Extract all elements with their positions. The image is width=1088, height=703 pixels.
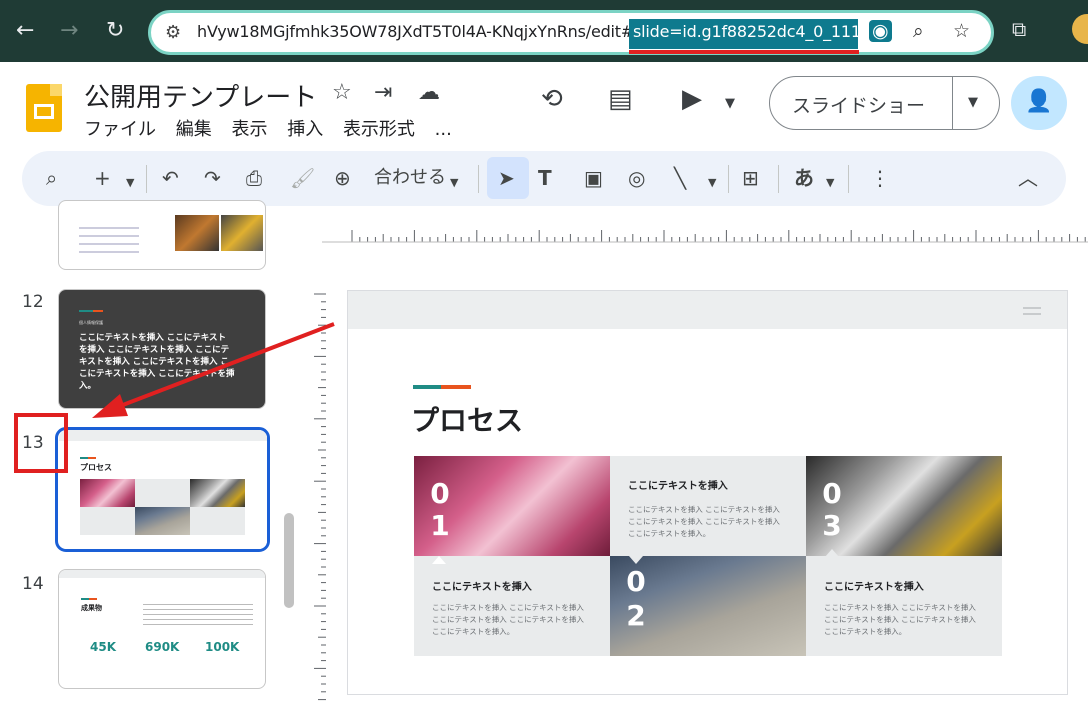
extensions-icon[interactable]: ⧉	[1012, 17, 1026, 41]
avatar[interactable]	[1072, 14, 1088, 44]
editing-toolbar: ⌕ + ▼ ↶ ↷ ⎙ 🖌 ⊕ 合わせる ▼ ➤ T ▣ ◎ ╲ ▼ ⊞ あ ▼…	[22, 151, 1066, 206]
select-cursor-icon[interactable]: ➤	[498, 166, 515, 190]
redo-icon[interactable]: ↷	[204, 166, 221, 190]
line-icon[interactable]: ╲	[674, 166, 686, 190]
forward-icon[interactable]: →	[60, 18, 78, 44]
menu-file[interactable]: ファイル	[84, 119, 156, 140]
menu-insert[interactable]: 挿入	[287, 119, 323, 140]
google-lens-icon[interactable]: ◉	[869, 20, 892, 42]
slide-thumbnail-11[interactable]	[58, 200, 266, 270]
step-text-2[interactable]: ここにテキストを挿入 ここにテキストを挿入 ここにテキストを挿入 ここにテキスト…	[414, 556, 610, 656]
image-icon[interactable]: ▣	[584, 166, 603, 190]
accent-bar	[441, 385, 471, 389]
slideshow-button[interactable]: スライドショー ▼	[769, 76, 1000, 130]
input-tools-icon[interactable]: あ	[794, 166, 814, 190]
slide-number-14: 14	[22, 574, 44, 594]
shape-icon[interactable]: ◎	[628, 166, 645, 190]
horizontal-ruler[interactable]	[322, 224, 1088, 246]
zoom-select[interactable]: 合わせる	[374, 166, 446, 190]
slideshow-label: スライドショー	[792, 95, 926, 117]
step-image-1[interactable]: 0 1	[414, 456, 610, 556]
collapse-toolbar-icon[interactable]: ︿	[1018, 166, 1038, 190]
address-bar[interactable]: ⚙ hVyw18MGjfmhk35OW78JXdT5T0l4A-KNqjxYnR…	[148, 10, 994, 55]
cloud-status-icon[interactable]: ☁	[418, 80, 440, 105]
step-text-1[interactable]: ここにテキストを挿入 ここにテキストを挿入 ここにテキストを挿入 ここにテキスト…	[610, 456, 806, 556]
doc-title[interactable]: 公開用テンプレート	[84, 77, 317, 114]
accent-bar	[413, 385, 441, 389]
reload-icon[interactable]: ↻	[106, 18, 124, 44]
menu-bar: ファイル 編集 表示 挿入 表示形式 ...	[84, 115, 466, 141]
history-icon[interactable]: ⟲	[541, 84, 563, 114]
slide-thumbnail-14[interactable]: 成果物 45K 690K 100K	[58, 569, 266, 689]
stat-value: 45K	[90, 640, 116, 654]
step-image-2[interactable]: 0 2	[610, 556, 806, 656]
slides-logo-icon[interactable]	[26, 84, 62, 132]
chevron-down-icon[interactable]: ▼	[708, 171, 716, 195]
paint-format-icon[interactable]: 🖌	[290, 166, 315, 190]
browser-toolbar: ← → ↻ ⚙ hVyw18MGjfmhk35OW78JXdT5T0l4A-KN…	[0, 0, 1088, 62]
stat-value: 690K	[145, 640, 180, 654]
thumbnail-title: プロセス	[80, 463, 112, 472]
site-settings-icon[interactable]: ⚙	[165, 22, 181, 43]
zoom-icon[interactable]: ⊕	[334, 166, 351, 190]
menu-more[interactable]: ...	[435, 119, 452, 140]
add-comment-icon[interactable]: ⊞	[742, 166, 759, 190]
star-icon[interactable]: ☆	[332, 80, 352, 105]
url-prefix: hVyw18MGjfmhk35OW78JXdT5T0l4A-KNqjxYnRns…	[197, 22, 635, 41]
step-image-3[interactable]: 0 3	[806, 456, 1002, 556]
thumbnail-kicker: 個人情報保護	[79, 320, 103, 325]
back-icon[interactable]: ←	[16, 18, 34, 44]
thumbnail-image	[221, 215, 263, 251]
slide-thumbnail-12[interactable]: 個人情報保護 ここにテキストを挿入 ここにテキスト を挿入 ここにテキストを挿入…	[58, 289, 266, 409]
vertical-ruler[interactable]	[312, 290, 326, 703]
thumbnail-image	[175, 215, 219, 251]
red-underline	[629, 50, 859, 54]
menu-edit[interactable]: 編集	[176, 119, 212, 140]
chevron-down-icon[interactable]: ▼	[725, 96, 735, 111]
stat-value: 100K	[205, 640, 240, 654]
new-slide-icon[interactable]: +	[94, 166, 111, 190]
undo-icon[interactable]: ↶	[162, 166, 179, 190]
chevron-down-icon[interactable]: ▼	[968, 95, 978, 110]
move-folder-icon[interactable]: ⇥	[374, 80, 392, 105]
star-icon[interactable]: ☆	[953, 20, 970, 42]
share-button[interactable]: 👤	[1011, 76, 1067, 130]
add-person-icon: 👤	[1025, 89, 1053, 114]
meet-icon[interactable]: ▶	[682, 84, 702, 114]
step-text-3[interactable]: ここにテキストを挿入 ここにテキストを挿入 ここにテキストを挿入 ここにテキスト…	[806, 556, 1002, 656]
filmstrip-scrollbar[interactable]	[284, 513, 294, 608]
thumbnail-title: 成果物	[81, 604, 102, 612]
chevron-down-icon[interactable]: ▼	[126, 171, 134, 195]
slide-thumbnail-13[interactable]: プロセス	[59, 430, 267, 549]
chevron-down-icon[interactable]: ▼	[826, 171, 834, 195]
slide-title[interactable]: プロセス	[411, 399, 523, 439]
slide-canvas[interactable]: プロセス 0 1 ここにテキストを挿入 ここにテキストを挿入 ここにテキストを挿…	[347, 290, 1068, 695]
more-options-icon[interactable]: ⋮	[870, 166, 890, 190]
red-highlight-box	[14, 413, 68, 473]
comments-icon[interactable]: ▤	[608, 84, 633, 114]
text-box-icon[interactable]: T	[538, 166, 552, 190]
menu-view[interactable]: 表示	[231, 119, 267, 140]
chevron-down-icon[interactable]: ▼	[450, 171, 458, 195]
slide-number-12: 12	[22, 292, 44, 312]
print-icon[interactable]: ⎙	[246, 166, 262, 190]
url-highlight-text: slide=id.g1f88252dc4_0_1118	[633, 22, 871, 41]
search-icon[interactable]: ⌕	[46, 166, 57, 190]
menu-format[interactable]: 表示形式	[343, 119, 415, 140]
zoom-icon[interactable]: ⌕	[913, 20, 924, 42]
